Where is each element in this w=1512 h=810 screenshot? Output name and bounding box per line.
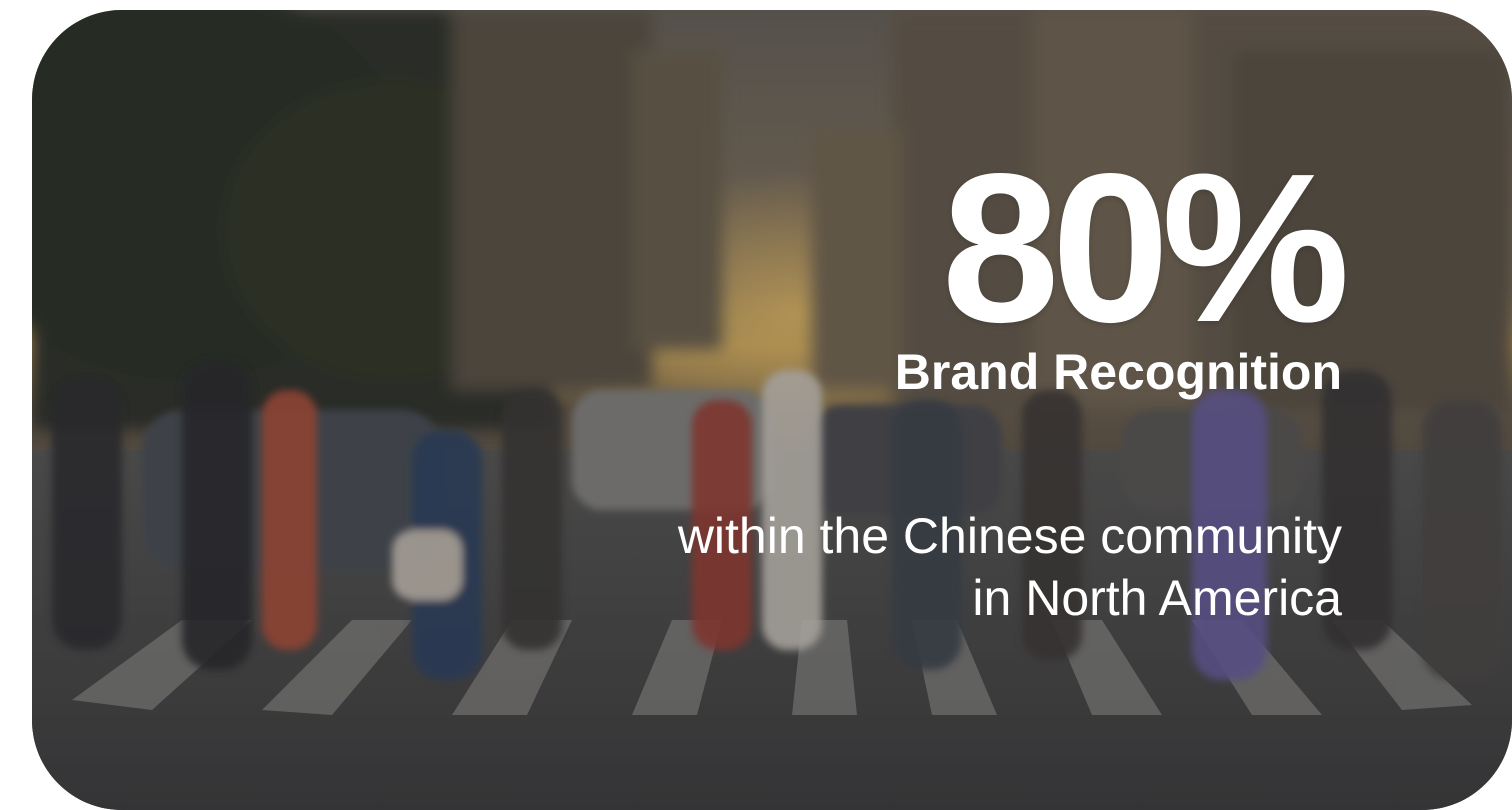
- hero-card: 80% Brand Recognition within the Chinese…: [32, 10, 1512, 810]
- stat-description: within the Chinese community in North Am…: [678, 505, 1342, 629]
- stat-value: 80%: [941, 129, 1350, 366]
- description-line-2: in North America: [972, 570, 1342, 626]
- description-line-1: within the Chinese community: [677, 508, 1342, 564]
- stat-label: Brand Recognition: [894, 344, 1342, 400]
